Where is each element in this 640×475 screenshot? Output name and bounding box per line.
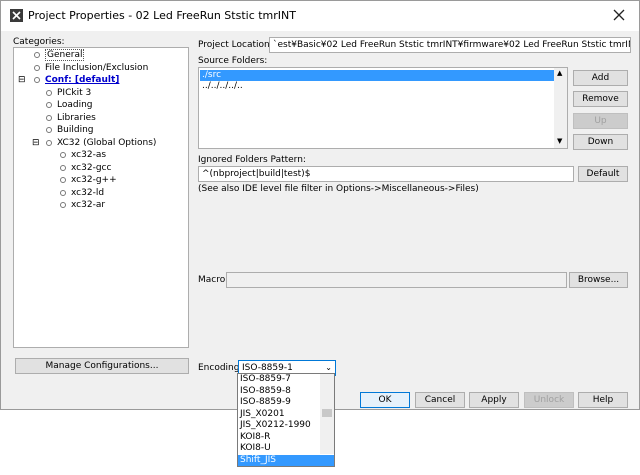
add-button[interactable]: Add (573, 70, 628, 86)
browse-button[interactable]: Browse... (569, 272, 628, 288)
categories-heading: Categories: (13, 37, 65, 47)
tree-node-icon (60, 164, 66, 171)
list-item[interactable]: ./src (200, 70, 554, 81)
list-item[interactable]: ../../../../.. (200, 81, 554, 92)
tree-node-icon (60, 176, 66, 183)
tree-item-label: General (45, 49, 85, 61)
tree-item-xc32-gpp[interactable]: xc32-g++ (60, 175, 117, 185)
macro-field[interactable] (226, 272, 567, 288)
collapse-icon[interactable]: ⊟ (32, 138, 40, 148)
dropdown-option[interactable]: JIS_X0201 (238, 409, 320, 421)
apply-button[interactable]: Apply (469, 392, 519, 408)
tree-item-label: File Inclusion/Exclusion (45, 63, 149, 73)
project-location-field[interactable]: `est¥Basic¥02 Led FreeRun Ststic tmrINT¥… (269, 37, 631, 53)
tree-node-icon (34, 64, 40, 71)
tree-item-label: Building (57, 125, 94, 135)
netbeans-app-icon (10, 9, 23, 22)
tree-item-xc32-as[interactable]: xc32-as (60, 150, 106, 160)
collapse-icon[interactable]: ⊟ (18, 75, 26, 85)
tree-toggle-conf[interactable]: ⊟ (18, 75, 26, 85)
dropdown-option[interactable]: JIS_X0212-1990 (238, 420, 320, 432)
tree-item-general[interactable]: General (34, 49, 85, 61)
scroll-up-icon[interactable]: ▲ (557, 69, 562, 77)
tree-item-label: PICkit 3 (57, 88, 92, 98)
tree-node-icon (46, 114, 52, 121)
categories-tree[interactable]: General File Inclusion/Exclusion ⊟ Conf:… (13, 47, 189, 348)
unlock-button[interactable]: Unlock (524, 392, 574, 408)
title-bar: Project Properties - 02 Led FreeRun Stst… (1, 1, 639, 31)
tree-node-icon (34, 76, 40, 83)
tree-item-loading[interactable]: Loading (46, 100, 93, 110)
macro-label: Macro: (198, 275, 229, 285)
source-folders-list[interactable]: ./src ../../../../.. ▲ ▼ (198, 67, 568, 149)
tree-item-building[interactable]: Building (46, 125, 94, 135)
dropdown-option[interactable]: KOI8-U (238, 443, 320, 455)
ignored-pattern-field[interactable]: ^(nbproject|build|test)$ (198, 166, 574, 182)
dropdown-scrollbar[interactable] (320, 374, 334, 454)
dropdown-option-selected[interactable]: Shift_JIS (238, 454, 334, 466)
window-title: Project Properties - 02 Led FreeRun Stst… (28, 9, 296, 22)
tree-item-label: xc32-g++ (71, 175, 117, 185)
tree-item-xc32-gcc[interactable]: xc32-gcc (60, 163, 111, 173)
manage-configurations-button[interactable]: Manage Configurations... (15, 358, 189, 374)
tree-item-file-inclusion[interactable]: File Inclusion/Exclusion (34, 63, 148, 73)
ok-button[interactable]: OK (360, 392, 410, 408)
tree-node-icon (46, 101, 52, 108)
tree-item-libraries[interactable]: Libraries (46, 113, 96, 123)
dropdown-option[interactable]: ISO-8859-7 (238, 374, 320, 386)
scrollbar-thumb[interactable] (322, 409, 332, 417)
close-icon[interactable] (609, 5, 629, 25)
source-folders-label: Source Folders: (198, 56, 268, 66)
tree-item-label: xc32-gcc (71, 163, 112, 173)
tree-node-icon (34, 51, 40, 58)
encoding-label: Encoding: (198, 363, 243, 373)
tree-node-icon (46, 89, 52, 96)
tree-item-label: XC32 (Global Options) (57, 138, 157, 148)
dropdown-option[interactable]: ISO-8859-8 (238, 386, 320, 398)
default-button[interactable]: Default (578, 166, 628, 182)
remove-button[interactable]: Remove (573, 91, 628, 107)
ignored-note: (See also IDE level file filter in Optio… (198, 184, 479, 194)
project-location-label: Project Location: (198, 40, 273, 50)
encoding-selected-value: ISO-8859-1 (242, 363, 293, 373)
tree-node-icon (46, 126, 52, 133)
tree-item-xc32-global[interactable]: XC32 (Global Options) (46, 138, 156, 148)
tree-item-conf-default[interactable]: Conf: [default] (34, 75, 119, 85)
tree-item-pickit3[interactable]: PICkit 3 (46, 88, 91, 98)
encoding-dropdown-list[interactable]: ISO-8859-7 ISO-8859-8 ISO-8859-9 JIS_X02… (237, 373, 335, 467)
tree-item-label: Libraries (57, 113, 96, 123)
dropdown-options: ISO-8859-7 ISO-8859-8 ISO-8859-9 JIS_X02… (238, 374, 334, 466)
tree-item-xc32-ld[interactable]: xc32-ld (60, 188, 104, 198)
tree-item-label: Conf: [default] (45, 75, 120, 85)
ignored-pattern-label: Ignored Folders Pattern: (198, 155, 306, 165)
dropdown-option[interactable]: KOI8-R (238, 432, 320, 444)
tree-item-label: xc32-as (71, 150, 107, 160)
tree-item-label: xc32-ld (71, 188, 105, 198)
up-button[interactable]: Up (573, 113, 628, 129)
dropdown-option[interactable]: ISO-8859-9 (238, 397, 320, 409)
tree-item-xc32-ar[interactable]: xc32-ar (60, 200, 105, 210)
tree-item-label: Loading (57, 100, 93, 110)
tree-node-icon (60, 201, 66, 208)
tree-node-icon (46, 139, 52, 146)
down-button[interactable]: Down (573, 134, 628, 150)
tree-toggle-xc32[interactable]: ⊟ (32, 138, 40, 148)
tree-node-icon (60, 189, 66, 196)
tree-node-icon (60, 151, 66, 158)
scroll-down-icon[interactable]: ▼ (557, 137, 562, 145)
project-properties-window: Project Properties - 02 Led FreeRun Stst… (0, 0, 640, 410)
help-button[interactable]: Help (578, 392, 628, 408)
tree-item-label: xc32-ar (71, 200, 106, 210)
cancel-button[interactable]: Cancel (415, 392, 465, 408)
vertical-scrollbar[interactable]: ▲ ▼ (554, 68, 567, 148)
